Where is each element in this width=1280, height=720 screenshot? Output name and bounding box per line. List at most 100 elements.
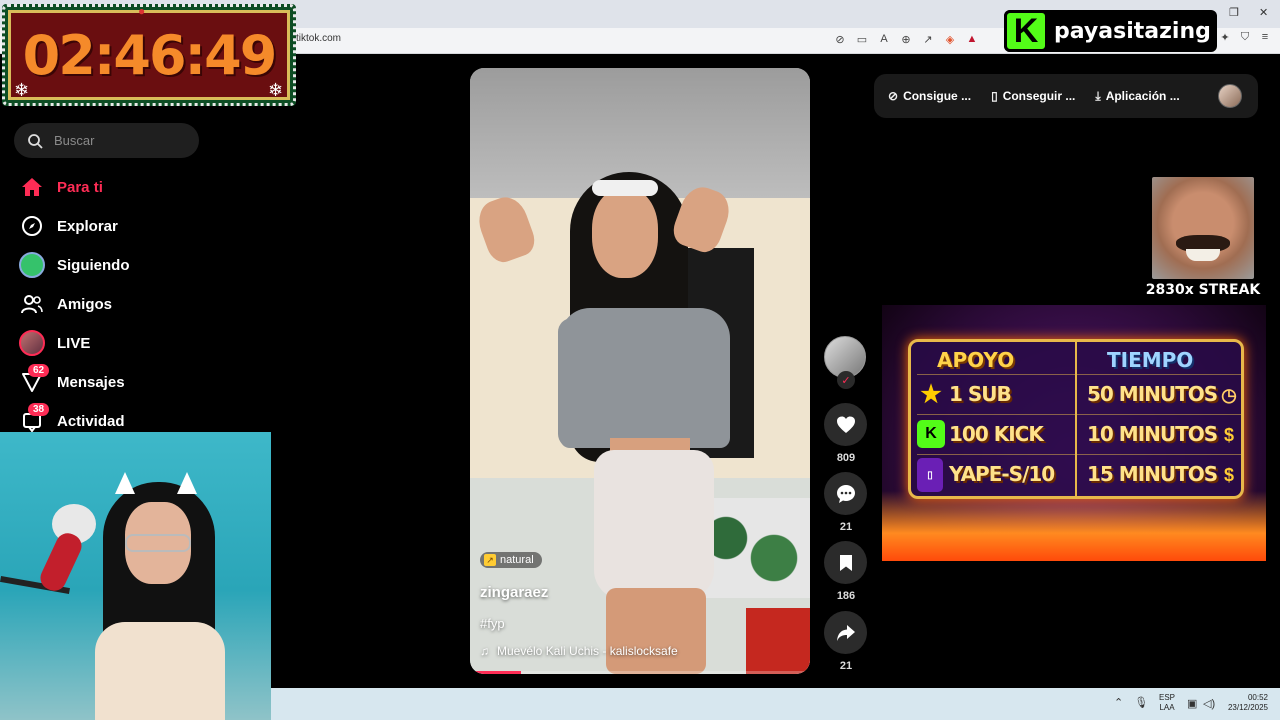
- snowflake-icon: ❄: [268, 80, 284, 100]
- vpn-icon[interactable]: ⛉: [1238, 31, 1252, 47]
- profile-avatar[interactable]: [1218, 84, 1242, 108]
- video-sticker[interactable]: ↗ natural: [480, 552, 542, 568]
- sticker-icon: ↗: [484, 554, 496, 566]
- search-icon: [26, 132, 44, 150]
- support-row-left: 100 KICK: [949, 422, 1044, 446]
- support-row: ▯ YAPE-S/10 15 MINUTOS $: [911, 458, 1247, 492]
- star-icon: ★: [920, 380, 942, 408]
- share-icon[interactable]: ↗: [920, 31, 936, 47]
- top-actions-bar: ⊘ Consigue ... ▯ Conseguir ... ⤓ Aplicac…: [874, 74, 1258, 118]
- network-icon[interactable]: ▣: [1187, 697, 1197, 710]
- sidebar-item-actividad[interactable]: 38 Actividad: [18, 403, 218, 435]
- leo-icon[interactable]: ✦: [1218, 31, 1232, 47]
- volume-icon[interactable]: ◁): [1203, 697, 1215, 710]
- streamer: [95, 472, 225, 720]
- download-icon: ⤓: [1095, 88, 1101, 103]
- video-username[interactable]: zingaraez: [480, 584, 548, 601]
- search-placeholder: Buscar: [54, 133, 95, 148]
- save-button[interactable]: [824, 541, 867, 584]
- support-row-right: 15 MINUTOS: [1087, 462, 1218, 486]
- video-progress-bar[interactable]: [470, 671, 810, 674]
- get-app-label: Conseguir ...: [1002, 89, 1076, 103]
- bookmark-icon: [839, 554, 852, 571]
- sidebar-item-label: Para ti: [57, 178, 103, 196]
- reader-mode-icon[interactable]: ⊘: [832, 31, 848, 47]
- menu-icon[interactable]: ≡: [1258, 31, 1272, 47]
- sidebar-item-label: LIVE: [57, 334, 91, 352]
- clock-date: 23/12/2025: [1227, 703, 1268, 712]
- sidebar-item-label: Actividad: [57, 412, 125, 430]
- language-layout: LAA: [1159, 703, 1175, 712]
- restore-button[interactable]: ❐: [1229, 6, 1239, 19]
- screen: tiktok.com ⊘ ▭ A ⊕ ↗ ◈ ▲ ✦ ⛉ ≡ – ❐ ✕ ❄ ❄…: [0, 0, 1280, 720]
- stream-timer: ❄ ❄ ● 02:46:49: [2, 4, 296, 106]
- messages-icon: 62: [18, 364, 50, 396]
- desktop-app-button[interactable]: ⤓ Aplicación ...: [1095, 89, 1179, 104]
- translate-icon[interactable]: A: [876, 31, 892, 47]
- video-player[interactable]: ↗ natural zingaraez #fyp ♫ Muevélo Kali …: [470, 68, 810, 674]
- follow-check-icon[interactable]: ✓: [837, 371, 855, 389]
- language-indicator[interactable]: ESP LAA: [1159, 693, 1175, 713]
- rewards-icon[interactable]: ▲: [964, 31, 980, 47]
- streak-label: 2830x STREAK: [1145, 282, 1261, 298]
- get-app-button[interactable]: ▯ Conseguir ...: [991, 89, 1075, 103]
- sidebar-item-siguiendo[interactable]: Siguiendo: [18, 251, 218, 279]
- support-row: ★ 1 SUB 50 MINUTOS ◷: [911, 378, 1247, 412]
- brave-shield-icon[interactable]: ◈: [942, 31, 958, 47]
- tray-chevron-icon[interactable]: ⌃: [1114, 696, 1123, 709]
- close-button[interactable]: ✕: [1259, 6, 1268, 19]
- video-sticker-label: natural: [500, 554, 534, 566]
- kick-channel-name: payasitazing: [1054, 18, 1211, 44]
- kick-logo: K: [1004, 10, 1048, 52]
- desktop-app-label: Aplicación ...: [1105, 89, 1180, 103]
- cast-icon[interactable]: ▭: [854, 31, 870, 47]
- sidebar-item-label: Siguiendo: [57, 256, 130, 274]
- comment-icon: [836, 484, 855, 503]
- support-header-right: TIEMPO: [1107, 348, 1194, 372]
- video-music[interactable]: ♫ Muevélo Kali Uchis - kalislocksafe: [480, 644, 678, 658]
- sidebar-item-para-ti[interactable]: Para ti: [18, 173, 218, 201]
- video-progress-fill: [470, 671, 521, 674]
- system-tray: ⌃ 🎙: [1114, 696, 1148, 709]
- snowflake-icon: ❄: [14, 80, 30, 100]
- sidebar-item-mensajes[interactable]: 62 Mensajes: [18, 364, 218, 396]
- kick-channel-badge: K payasitazing: [1004, 10, 1217, 52]
- share-button[interactable]: [824, 611, 867, 654]
- taskbar-clock[interactable]: 00:52 23/12/2025: [1222, 693, 1268, 713]
- support-row-right: 50 MINUTOS: [1087, 382, 1218, 406]
- get-coins-label: Consigue ...: [903, 89, 972, 103]
- language-code: ESP: [1159, 693, 1176, 702]
- coin-icon: ⊘: [888, 89, 899, 103]
- sidebar-item-live[interactable]: LIVE: [18, 329, 218, 357]
- support-row-left: 1 SUB: [949, 382, 1012, 406]
- address-bar-icons: ⊘ ▭ A ⊕ ↗ ◈ ▲: [832, 31, 980, 47]
- browser-toolbar-right: ✦ ⛉ ≡: [1218, 31, 1272, 47]
- live-avatar-icon: [18, 329, 46, 357]
- search-input[interactable]: Buscar: [14, 123, 199, 158]
- friends-icon: [18, 290, 46, 318]
- like-button[interactable]: [824, 403, 867, 446]
- sidebar-item-label: Amigos: [57, 295, 113, 313]
- activity-icon: 38: [18, 403, 50, 435]
- messages-badge: 62: [28, 364, 50, 377]
- following-avatar-icon: [18, 251, 46, 279]
- phone-icon: ▯: [917, 458, 943, 492]
- microphone-icon[interactable]: 🎙: [1134, 696, 1148, 709]
- like-count: 809: [836, 452, 856, 464]
- heart-icon: [836, 416, 855, 433]
- video-music-label: Muevélo Kali Uchis - kalislocksafe: [497, 644, 678, 658]
- money-bag-icon: $: [1223, 424, 1234, 445]
- share-count: 21: [839, 660, 853, 672]
- comment-button[interactable]: [824, 472, 867, 515]
- support-header-left: APOYO: [937, 348, 1015, 372]
- address-bar-url[interactable]: tiktok.com: [296, 33, 341, 44]
- sidebar-item-explorar[interactable]: Explorar: [18, 212, 218, 240]
- zoom-icon[interactable]: ⊕: [898, 31, 914, 47]
- sidebar-item-amigos[interactable]: Amigos: [18, 290, 218, 318]
- money-bag-icon: $: [1223, 464, 1234, 485]
- support-panel: APOYO TIEMPO ★ 1 SUB 50 MINUTOS ◷ K 100 …: [882, 305, 1266, 561]
- compass-icon: [18, 212, 46, 240]
- video-hashtag[interactable]: #fyp: [480, 616, 505, 631]
- get-coins-button[interactable]: ⊘ Consigue ...: [888, 89, 971, 103]
- phone-icon: ▯: [991, 89, 998, 103]
